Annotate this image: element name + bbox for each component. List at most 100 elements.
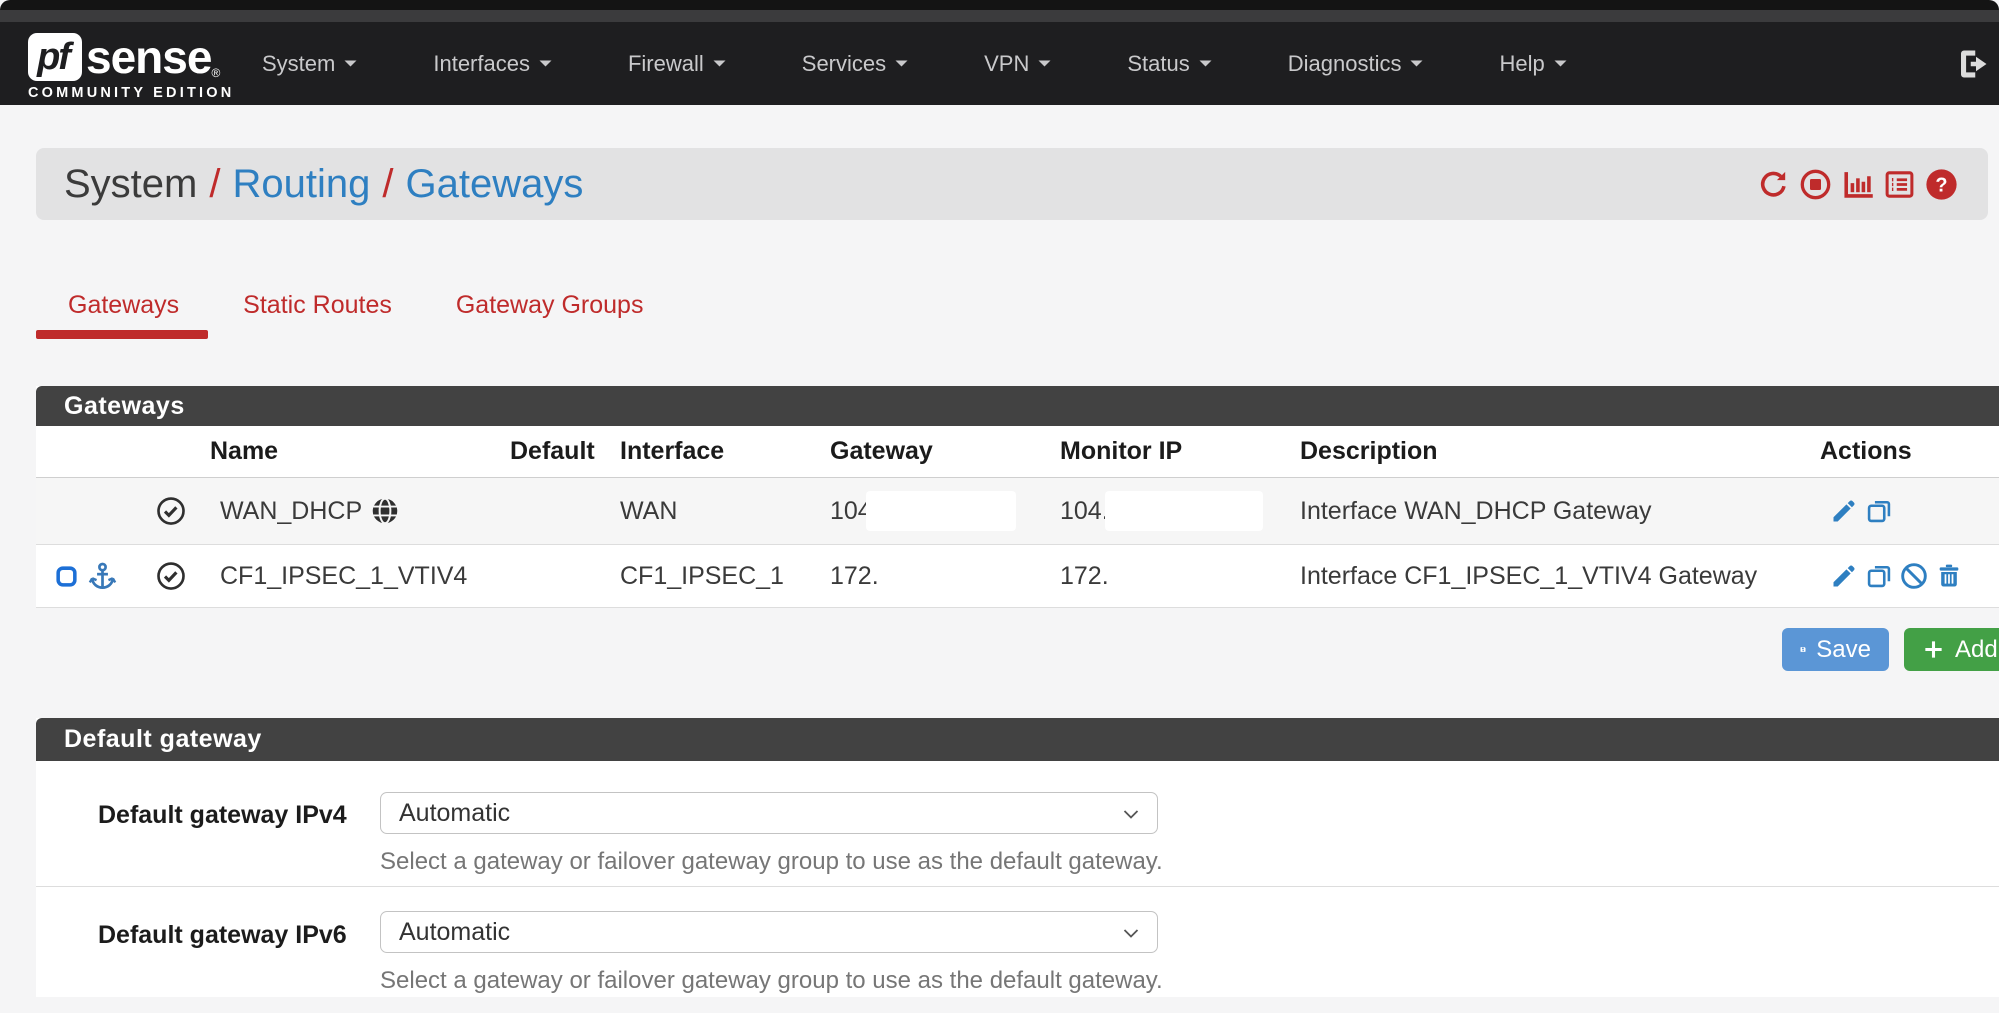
tab-gateway-groups[interactable]: Gateway Groups bbox=[424, 288, 676, 322]
copy-icon[interactable] bbox=[1865, 497, 1893, 525]
stop-circle-icon[interactable] bbox=[1799, 168, 1832, 201]
menu-status[interactable]: Status bbox=[1089, 22, 1249, 105]
page-toolbar: ? bbox=[1757, 148, 1958, 220]
chevron-down-icon bbox=[713, 59, 726, 68]
routing-tabs: Gateways Static Routes Gateway Groups bbox=[36, 288, 675, 322]
chevron-down-icon bbox=[344, 59, 357, 68]
window-title-strip bbox=[0, 10, 1999, 22]
default-gateway-ipv4-select[interactable]: Automatic bbox=[380, 792, 1158, 834]
help-circle-icon[interactable]: ? bbox=[1925, 168, 1958, 201]
svg-text:?: ? bbox=[1935, 174, 1947, 196]
gateway-status bbox=[150, 545, 200, 607]
menu-diagnostics[interactable]: Diagnostics bbox=[1250, 22, 1462, 105]
row-flags bbox=[36, 478, 150, 544]
trash-icon[interactable] bbox=[1935, 562, 1963, 590]
table-row-cf1-ipsec: CF1_IPSEC_1_VTIV4 CF1_IPSEC_1 172. 172. … bbox=[36, 544, 1999, 608]
save-icon bbox=[1800, 638, 1806, 661]
check-circle-icon bbox=[156, 561, 186, 591]
top-navbar: pf sense ® COMMUNITY EDITION System Inte… bbox=[0, 22, 1999, 105]
redaction-box bbox=[1105, 491, 1263, 531]
chevron-down-icon bbox=[1038, 59, 1051, 68]
square-outline-icon bbox=[54, 564, 79, 589]
chevron-down-icon bbox=[1199, 59, 1212, 68]
plus-icon bbox=[1922, 638, 1945, 661]
breadcrumb-root: System bbox=[64, 162, 197, 207]
row-flags bbox=[36, 545, 150, 607]
main-menu: System Interfaces Firewall Services VPN … bbox=[224, 22, 1605, 105]
active-tab-indicator bbox=[36, 330, 208, 339]
col-gateway: Gateway bbox=[820, 437, 1050, 466]
edit-icon[interactable] bbox=[1830, 562, 1858, 590]
menu-vpn[interactable]: VPN bbox=[946, 22, 1089, 105]
default-gateway-panel-title: Default gateway bbox=[36, 718, 1999, 761]
chevron-down-icon bbox=[539, 59, 552, 68]
breadcrumb-separator: / bbox=[382, 162, 393, 207]
window-top-edge bbox=[0, 0, 1999, 10]
breadcrumb: System / Routing / Gateways bbox=[64, 148, 583, 220]
gateway-status bbox=[150, 478, 200, 544]
chevron-down-icon bbox=[1410, 59, 1423, 68]
gateway-interface: WAN bbox=[610, 478, 820, 544]
breadcrumb-link-gateways[interactable]: Gateways bbox=[405, 162, 583, 207]
gateway-interface: CF1_IPSEC_1 bbox=[610, 545, 820, 607]
monitor-ip: 104. bbox=[1050, 478, 1290, 544]
tab-static-routes[interactable]: Static Routes bbox=[211, 288, 424, 322]
col-interface: Interface bbox=[610, 437, 820, 466]
default-gateway-ipv6-select[interactable]: Automatic bbox=[380, 911, 1158, 953]
gateways-panel-title: Gateways bbox=[36, 386, 1999, 426]
gateway-default bbox=[500, 478, 610, 544]
gateway-name: CF1_IPSEC_1_VTIV4 bbox=[200, 545, 500, 607]
add-button[interactable]: Add bbox=[1904, 628, 1999, 671]
chevron-down-icon bbox=[1119, 921, 1143, 945]
globe-icon bbox=[371, 497, 399, 525]
registered-mark: ® bbox=[211, 66, 220, 80]
tab-gateways[interactable]: Gateways bbox=[36, 288, 211, 322]
menu-services[interactable]: Services bbox=[764, 22, 946, 105]
refresh-icon[interactable] bbox=[1757, 168, 1790, 201]
ban-icon[interactable] bbox=[1900, 562, 1928, 590]
table-row-wan-dhcp: WAN_DHCP WAN 104. 104. Interface WAN_DHC… bbox=[36, 478, 1999, 544]
ipv6-help-text: Select a gateway or failover gateway gro… bbox=[380, 967, 1163, 995]
copy-icon[interactable] bbox=[1865, 562, 1893, 590]
col-description: Description bbox=[1290, 437, 1810, 466]
form-row-ipv6: Default gateway IPv6 Automatic Select a … bbox=[36, 886, 1999, 997]
sign-out-icon[interactable] bbox=[1955, 46, 1991, 82]
breadcrumb-link-routing[interactable]: Routing bbox=[232, 162, 370, 207]
menu-help[interactable]: Help bbox=[1461, 22, 1604, 105]
menu-system[interactable]: System bbox=[224, 22, 395, 105]
redaction-box bbox=[866, 491, 1016, 531]
col-default: Default bbox=[500, 437, 610, 466]
gateway-address: 104. bbox=[820, 478, 1050, 544]
save-button[interactable]: Save bbox=[1782, 628, 1889, 671]
menu-interfaces[interactable]: Interfaces bbox=[395, 22, 590, 105]
chevron-down-icon bbox=[1554, 59, 1567, 68]
chevron-down-icon bbox=[895, 59, 908, 68]
gateway-default bbox=[500, 545, 610, 607]
brand-subtitle: COMMUNITY EDITION bbox=[28, 85, 234, 101]
gateway-name: WAN_DHCP bbox=[200, 478, 500, 544]
default-gateway-ipv6-label: Default gateway IPv6 bbox=[98, 921, 347, 950]
breadcrumb-bar: System / Routing / Gateways ? bbox=[36, 148, 1988, 220]
col-monitor-ip: Monitor IP bbox=[1050, 437, 1290, 466]
pfsense-logo[interactable]: pf sense ® COMMUNITY EDITION bbox=[28, 32, 234, 101]
check-circle-icon bbox=[156, 496, 186, 526]
col-name: Name bbox=[200, 437, 500, 466]
form-row-ipv4: Default gateway IPv4 Automatic Select a … bbox=[36, 761, 1999, 886]
brand-name: sense bbox=[86, 34, 211, 80]
gateways-panel: Gateways Name Default Interface Gateway … bbox=[36, 386, 1999, 608]
menu-firewall[interactable]: Firewall bbox=[590, 22, 764, 105]
col-actions: Actions bbox=[1810, 437, 1999, 466]
breadcrumb-separator: / bbox=[209, 162, 220, 207]
gateway-address: 172. bbox=[820, 545, 1050, 607]
pfsense-logo-tile: pf bbox=[28, 33, 82, 81]
edit-icon[interactable] bbox=[1830, 497, 1858, 525]
row-actions bbox=[1810, 545, 1999, 607]
log-list-icon[interactable] bbox=[1883, 168, 1916, 201]
chevron-down-icon bbox=[1119, 802, 1143, 826]
gateway-description: Interface WAN_DHCP Gateway bbox=[1290, 478, 1810, 544]
default-gateway-ipv4-label: Default gateway IPv4 bbox=[98, 801, 347, 830]
gateway-description: Interface CF1_IPSEC_1_VTIV4 Gateway bbox=[1290, 545, 1810, 607]
bar-chart-icon[interactable] bbox=[1841, 168, 1874, 201]
gateways-table-header: Name Default Interface Gateway Monitor I… bbox=[36, 426, 1999, 478]
anchor-icon bbox=[87, 561, 118, 592]
